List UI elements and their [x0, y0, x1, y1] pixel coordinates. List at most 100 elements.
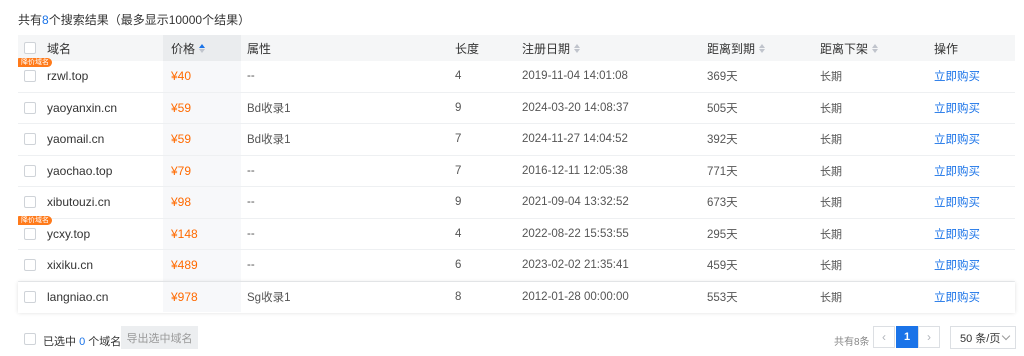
header-expire[interactable]: 距离到期 — [707, 35, 766, 61]
prev-page-button[interactable]: ‹ — [873, 326, 895, 348]
domain-reg-date: 2019-11-04 14:01:08 — [522, 70, 628, 83]
table-row: xixiku.cn ¥489 -- 6 2023-02-02 21:35:41 … — [18, 250, 1015, 282]
buy-now-link[interactable]: 立即购买 — [934, 289, 980, 305]
buy-now-link[interactable]: 立即购买 — [934, 100, 980, 116]
buy-now-link[interactable]: 立即购买 — [934, 226, 980, 242]
sort-icon[interactable] — [872, 43, 879, 53]
header-delist[interactable]: 距离下架 — [820, 35, 879, 61]
selected-prefix: 已选中 — [43, 336, 76, 348]
table-header: 域名 价格 属性 长度 注册日期 距离到期 距离下架 操作 — [18, 35, 1015, 61]
footer-select-all-checkbox[interactable] — [24, 333, 36, 345]
domain-delist: 长期 — [820, 165, 842, 178]
domain-expire: 505天 — [707, 102, 738, 115]
row-checkbox[interactable] — [24, 101, 36, 114]
header-reg-date[interactable]: 注册日期 — [522, 35, 581, 61]
row-checkbox[interactable] — [24, 133, 36, 146]
domain-price: ¥59 — [163, 92, 241, 123]
row-checkbox[interactable] — [24, 227, 36, 240]
table-row: 降价域名 ycxy.top ¥148 -- 4 2022-08-22 15:53… — [18, 215, 1015, 250]
domain-reg-date: 2022-08-22 15:53:55 — [522, 227, 629, 240]
domain-length: 9 — [455, 196, 462, 209]
domain-price: ¥489 — [163, 250, 241, 281]
buy-now-link[interactable]: 立即购买 — [934, 163, 980, 179]
domain-delist: 长期 — [820, 71, 842, 84]
buy-now-link[interactable]: 立即购买 — [934, 68, 980, 84]
select-all-checkbox[interactable] — [24, 42, 36, 54]
domain-attr: Sg收录1 — [247, 291, 291, 304]
domain-attr: Bd收录1 — [247, 134, 291, 147]
domain-name: yaomail.cn — [47, 132, 105, 147]
domain-expire: 392天 — [707, 134, 738, 147]
domain-expire: 771天 — [707, 165, 738, 178]
sort-icon[interactable] — [199, 43, 206, 53]
next-page-button[interactable]: › — [918, 326, 940, 348]
row-checkbox[interactable] — [24, 290, 36, 303]
selected-count-text: 已选中 0 个域名 — [43, 333, 121, 349]
domain-attr: Bd收录1 — [247, 102, 291, 115]
domain-price: ¥978 — [163, 281, 241, 312]
row-checkbox[interactable] — [24, 196, 36, 209]
buy-now-link[interactable]: 立即购买 — [934, 131, 980, 147]
header-attr: 属性 — [247, 41, 272, 56]
sort-icon[interactable] — [574, 43, 581, 53]
domain-delist: 长期 — [820, 197, 842, 210]
domain-attr: -- — [247, 259, 255, 272]
results-count: 8 — [42, 13, 49, 27]
domain-table: 域名 价格 属性 长度 注册日期 距离到期 距离下架 操作 降价域名 rzwl.… — [18, 35, 1015, 313]
row-checkbox[interactable] — [24, 259, 36, 272]
domain-length: 6 — [455, 259, 462, 272]
domain-attr: -- — [247, 164, 255, 177]
sort-icon[interactable] — [759, 43, 766, 53]
table-footer: 已选中 0 个域名 导出选中域名 共有8条 ‹ 1 › 50 条/页 — [18, 323, 1016, 353]
header-expire-label: 距离到期 — [707, 41, 756, 56]
export-selected-button[interactable]: 导出选中域名 — [121, 326, 198, 349]
domain-name: langniao.cn — [47, 289, 109, 304]
domain-expire: 459天 — [707, 260, 738, 273]
summary-suffix: 个搜索结果（最多显示10000个结果） — [48, 13, 251, 27]
page-size-select[interactable]: 50 条/页 — [950, 326, 1016, 349]
domain-name: xixiku.cn — [47, 258, 94, 273]
domain-reg-date: 2024-03-20 14:08:37 — [522, 101, 629, 114]
header-length: 长度 — [455, 41, 480, 56]
domain-expire: 553天 — [707, 291, 738, 304]
header-price[interactable]: 价格 — [163, 35, 241, 61]
buy-now-link[interactable]: 立即购买 — [934, 257, 980, 273]
row-checkbox[interactable] — [24, 164, 36, 177]
domain-price: ¥148 — [163, 218, 241, 249]
domain-price: ¥40 — [163, 61, 241, 92]
total-count: 共有8条 — [834, 337, 870, 348]
selected-suffix: 个域名 — [88, 336, 122, 348]
domain-delist: 长期 — [820, 134, 842, 147]
domain-delist: 长期 — [820, 291, 842, 304]
table-row: yaomail.cn ¥59 Bd收录1 7 2024-11-27 14:04:… — [18, 124, 1015, 156]
table-row: xibutouzi.cn ¥98 -- 9 2021-09-04 13:32:5… — [18, 187, 1015, 219]
table-row: 降价域名 rzwl.top ¥40 -- 4 2019-11-04 14:01:… — [18, 58, 1015, 93]
domain-attr: -- — [247, 196, 255, 209]
domain-expire: 295天 — [707, 228, 738, 241]
domain-length: 7 — [455, 164, 462, 177]
domain-attr: -- — [247, 227, 255, 240]
domain-expire: 369天 — [707, 71, 738, 84]
domain-name: ycxy.top — [47, 226, 91, 241]
domain-price: ¥79 — [163, 155, 241, 186]
table-row: yaoyanxin.cn ¥59 Bd收录1 9 2024-03-20 14:0… — [18, 92, 1015, 124]
domain-name: yaochao.top — [47, 163, 113, 178]
domain-length: 4 — [455, 227, 462, 240]
domain-delist: 长期 — [820, 260, 842, 273]
header-delist-label: 距离下架 — [820, 41, 869, 56]
table-row: yaochao.top ¥79 -- 7 2016-12-11 12:05:38… — [18, 155, 1015, 187]
chevron-down-icon — [1001, 331, 1011, 341]
chevron-right-icon: › — [927, 330, 931, 344]
selected-count: 0 — [79, 336, 86, 348]
header-op: 操作 — [934, 41, 959, 56]
row-checkbox[interactable] — [24, 70, 36, 83]
domain-delist: 长期 — [820, 228, 842, 241]
domain-attr: -- — [247, 70, 255, 83]
table-body: 降价域名 rzwl.top ¥40 -- 4 2019-11-04 14:01:… — [18, 58, 1015, 313]
domain-length: 9 — [455, 101, 462, 114]
domain-price: ¥59 — [163, 124, 241, 155]
buy-now-link[interactable]: 立即购买 — [934, 194, 980, 210]
page-1-button[interactable]: 1 — [896, 326, 918, 348]
summary-prefix: 共有 — [18, 13, 43, 27]
domain-length: 8 — [455, 290, 462, 303]
